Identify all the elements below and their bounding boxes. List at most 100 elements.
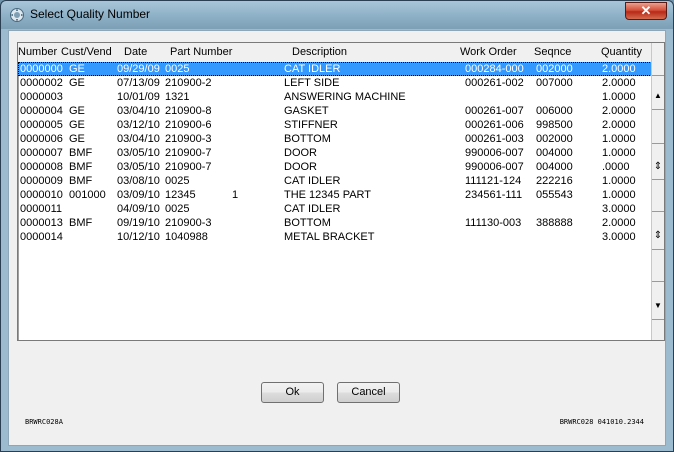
cell-work-order: 000261-007	[465, 105, 524, 117]
table-row[interactable]: 0000000 GE 09/29/09 0025 CAT IDLER 00028…	[18, 62, 652, 76]
scroll-divider	[652, 249, 664, 250]
quality-number-grid[interactable]: Number Cust/Vend Date Part Number Descri…	[17, 42, 665, 341]
close-button[interactable]: ✕	[625, 2, 667, 20]
header-number[interactable]: Number	[18, 46, 57, 58]
cell-part-number: 210900-2	[165, 77, 212, 89]
cell-work-order: 990006-007	[465, 147, 524, 159]
cell-description: METAL BRACKET	[284, 231, 375, 243]
cell-cust-vend: BMF	[69, 217, 93, 229]
cell-cust-vend: GE	[69, 119, 85, 131]
table-row[interactable]: 0000006 GE 03/04/10 210900-3 BOTTOM 0002…	[18, 132, 652, 146]
cell-quantity: 1.0000	[602, 189, 636, 201]
scroll-divider	[652, 75, 664, 76]
cell-cust-vend: GE	[69, 105, 85, 117]
table-row[interactable]: 0000003 10/01/09 1321 ANSWERING MACHINE …	[18, 90, 652, 104]
window-title: Select Quality Number	[30, 7, 151, 21]
grid-header: Number Cust/Vend Date Part Number Descri…	[18, 43, 652, 62]
cell-seqnce: 004000	[536, 161, 573, 173]
cell-description: ANSWERING MACHINE	[284, 91, 406, 103]
cell-description: DOOR	[284, 147, 317, 159]
cell-number: 0000014	[20, 231, 63, 243]
cell-number: 0000003	[20, 91, 63, 103]
cell-part-number: 0025	[165, 203, 190, 215]
dialog-client-area: Number Cust/Vend Date Part Number Descri…	[8, 30, 666, 446]
cell-quantity: 2.0000	[602, 105, 636, 117]
cell-number: 0000006	[20, 133, 63, 145]
cell-date: 03/12/10	[117, 119, 160, 131]
table-row[interactable]: 0000002 GE 07/13/09 210900-2 LEFT SIDE 0…	[18, 76, 652, 90]
cell-description: STIFFNER	[284, 119, 338, 131]
cell-seqnce: 006000	[536, 105, 573, 117]
cell-cust-vend: BMF	[69, 175, 93, 187]
table-row[interactable]: 0000014 10/12/10 1040988 METAL BRACKET 3…	[18, 230, 652, 244]
cell-description: LEFT SIDE	[284, 77, 340, 89]
header-work-order[interactable]: Work Order	[460, 46, 517, 58]
header-cust-vend[interactable]: Cust/Vend	[61, 46, 112, 58]
cell-work-order: 000284-000	[465, 63, 524, 75]
table-row[interactable]: 0000004 GE 03/04/10 210900-8 GASKET 0002…	[18, 104, 652, 118]
cell-number: 0000000	[20, 63, 63, 75]
table-row[interactable]: 0000008 BMF 03/05/10 210900-7 DOOR 99000…	[18, 160, 652, 174]
cell-date: 07/13/09	[117, 77, 160, 89]
cell-quantity: 1.0000	[602, 147, 636, 159]
table-row[interactable]: 0000013 BMF 09/19/10 210900-3 BOTTOM 111…	[18, 216, 652, 230]
table-row[interactable]: 0000009 BMF 03/08/10 0025 CAT IDLER 1111…	[18, 174, 652, 188]
cell-description: BOTTOM	[284, 133, 331, 145]
title-bar[interactable]: Select Quality Number ✕	[1, 1, 673, 29]
cell-description: BOTTOM	[284, 217, 331, 229]
cell-part-number: 210900-8	[165, 105, 212, 117]
cell-seqnce: 004000	[536, 147, 573, 159]
header-part-number[interactable]: Part Number	[170, 46, 232, 58]
cell-seqnce: 055543	[536, 189, 573, 201]
scroll-divider	[652, 143, 664, 144]
cell-date: 03/09/10	[117, 189, 160, 201]
cell-date: 04/09/10	[117, 203, 160, 215]
cell-date: 03/05/10	[117, 161, 160, 173]
form-id-left: BRWRC028A	[25, 418, 63, 426]
cell-number: 0000008	[20, 161, 63, 173]
header-date[interactable]: Date	[124, 46, 147, 58]
cancel-button[interactable]: Cancel	[337, 382, 400, 403]
cell-quantity: 2.0000	[602, 77, 636, 89]
cell-cust-vend: GE	[69, 77, 85, 89]
table-row[interactable]: 0000005 GE 03/12/10 210900-6 STIFFNER 00…	[18, 118, 652, 132]
header-description[interactable]: Description	[292, 46, 347, 58]
cell-quantity: .0000	[602, 161, 630, 173]
cell-number: 0000009	[20, 175, 63, 187]
cell-date: 09/19/10	[117, 217, 160, 229]
cell-date: 03/08/10	[117, 175, 160, 187]
grid-rows: 0000000 GE 09/29/09 0025 CAT IDLER 00028…	[18, 62, 652, 244]
table-row[interactable]: 0000007 BMF 03/05/10 210900-7 DOOR 99000…	[18, 146, 652, 160]
cell-seqnce: 998500	[536, 119, 573, 131]
cell-part-number: 210900-3	[165, 133, 212, 145]
header-quantity[interactable]: Quantity	[601, 46, 642, 58]
cell-part-number: 0025	[165, 63, 190, 75]
ok-button[interactable]: Ok	[261, 382, 324, 403]
cell-quantity: 1.0000	[602, 175, 636, 187]
scroll-up-icon[interactable]: ▲	[652, 91, 664, 100]
cell-quantity: 2.0000	[602, 217, 636, 229]
cell-work-order: 111121-124	[465, 175, 522, 187]
header-seqnce[interactable]: Seqnce	[534, 46, 571, 58]
cell-quantity: 3.0000	[602, 203, 636, 215]
cell-seqnce: 002000	[536, 133, 573, 145]
dialog-window: Select Quality Number ✕ Number Cust/Vend…	[0, 0, 674, 452]
scroll-divider	[652, 211, 664, 212]
cell-part-number: 1321	[165, 91, 190, 103]
cell-number: 0000010	[20, 189, 63, 201]
cell-number: 0000013	[20, 217, 63, 229]
cell-work-order: 111130-003	[465, 217, 522, 229]
cell-part-number: 12345	[165, 189, 196, 201]
cell-date: 10/01/09	[117, 91, 160, 103]
cell-seqnce: 002000	[536, 63, 573, 75]
cell-work-order: 234561-111	[465, 189, 523, 201]
page-down-icon[interactable]: ⇕	[652, 230, 664, 241]
page-up-down-icon[interactable]: ⇕	[652, 161, 664, 172]
cell-description: DOOR	[284, 161, 317, 173]
scroll-divider	[652, 109, 664, 110]
scroll-divider	[652, 319, 664, 320]
table-row[interactable]: 0000011 04/09/10 0025 CAT IDLER 3.0000	[18, 202, 652, 216]
close-icon: ✕	[640, 3, 652, 18]
scroll-down-icon[interactable]: ▼	[652, 301, 664, 310]
table-row[interactable]: 0000010 001000 03/09/10 12345 1 THE 1234…	[18, 188, 652, 202]
